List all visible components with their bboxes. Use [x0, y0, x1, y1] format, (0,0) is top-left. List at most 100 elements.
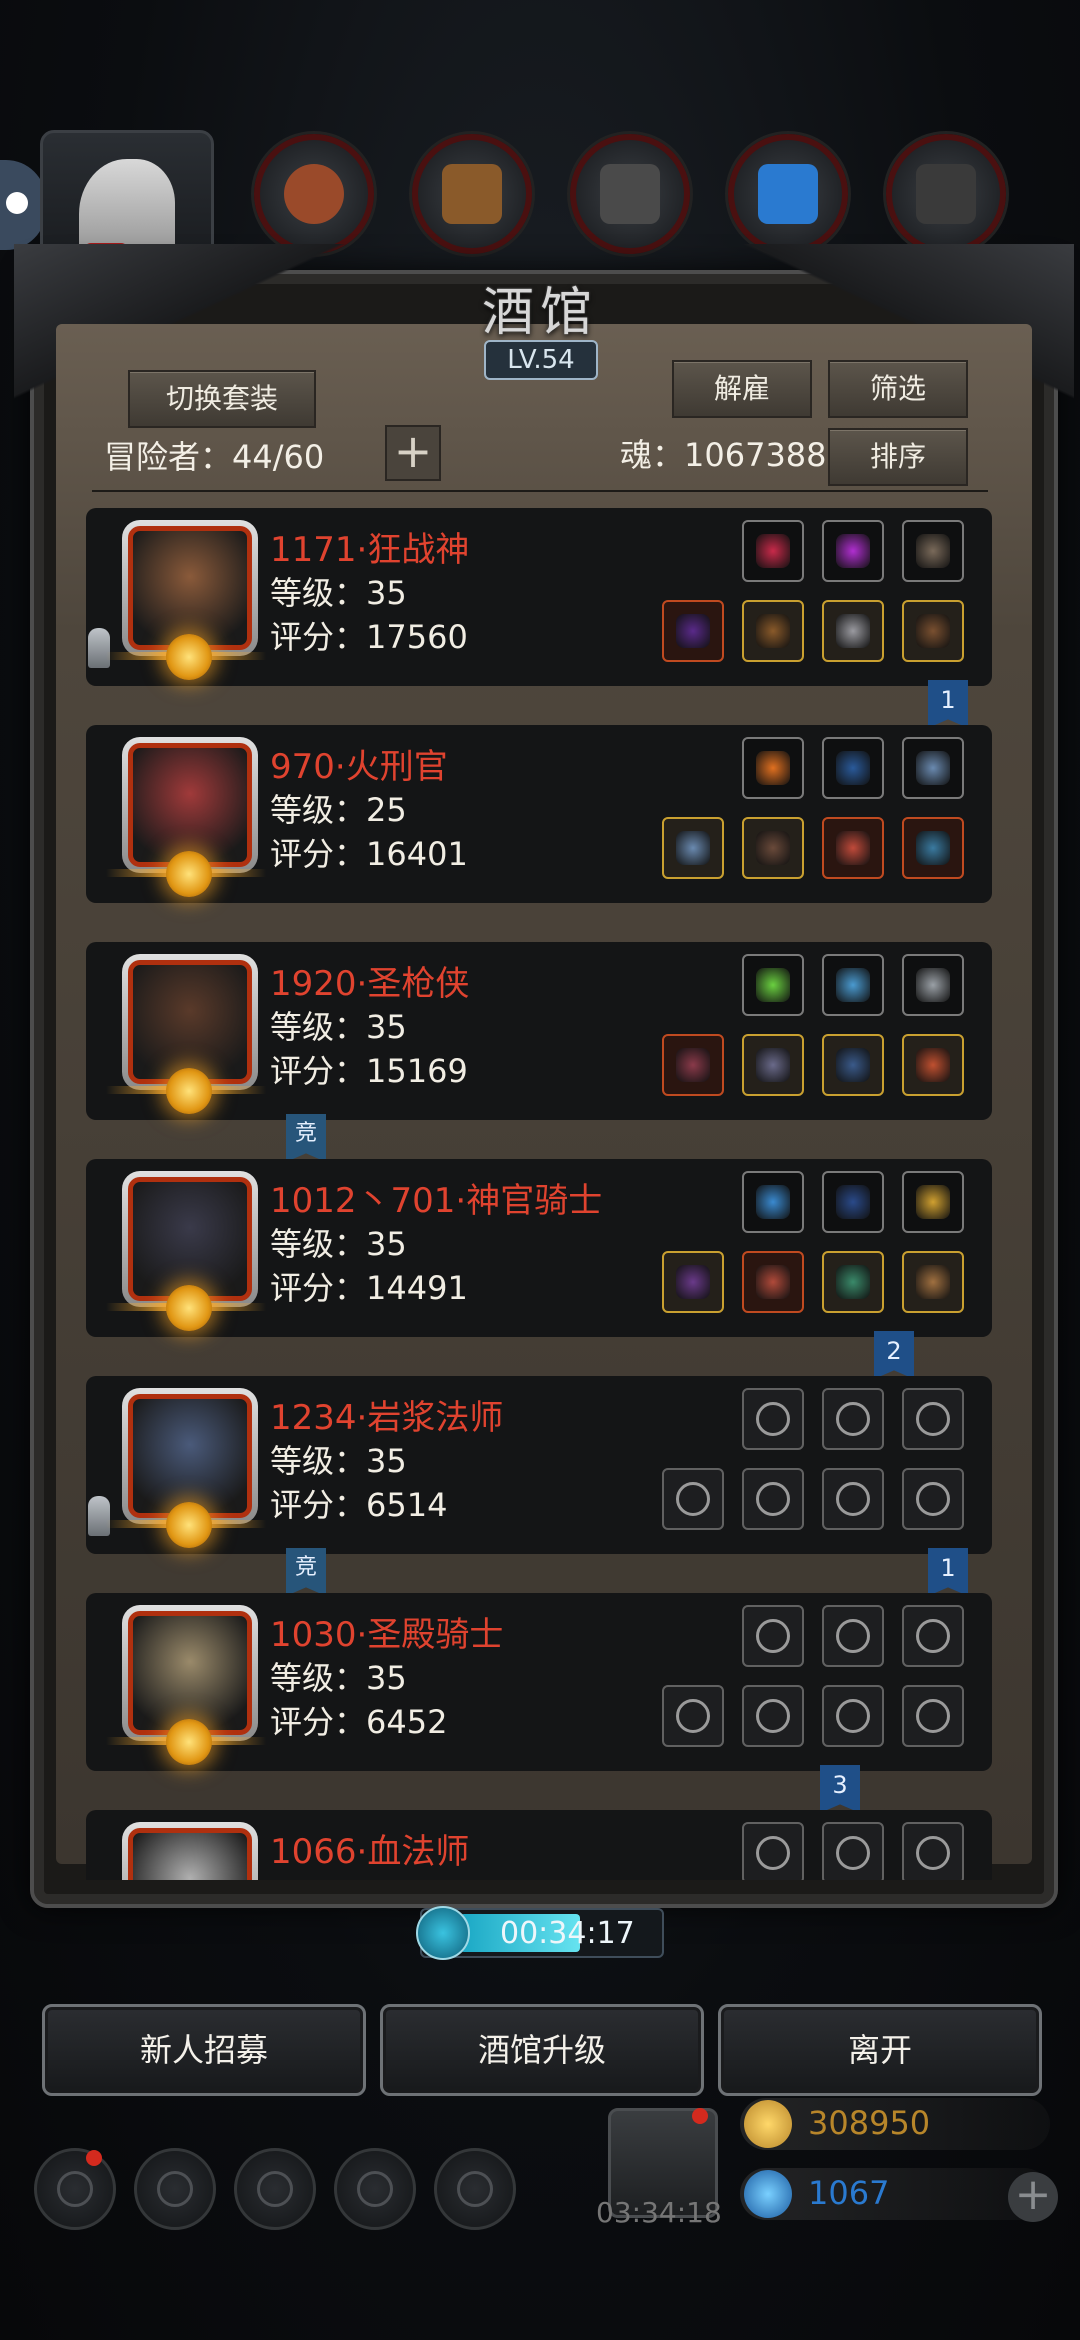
equipment-slot[interactable]	[822, 600, 884, 662]
settings-icon[interactable]	[34, 2148, 116, 2230]
equipment-slot[interactable]	[902, 1388, 964, 1450]
equipment-slot[interactable]	[822, 954, 884, 1016]
leave-button[interactable]: 离开	[718, 2004, 1042, 2096]
equipment-slot[interactable]	[902, 520, 964, 582]
switch-set-button[interactable]: 切换套装	[128, 370, 316, 428]
resource-wood-icon[interactable]	[412, 134, 532, 254]
equipment-slot[interactable]	[742, 1605, 804, 1667]
equipment-slot[interactable]	[902, 1171, 964, 1233]
hero-card[interactable]: 1171·狂战神 等级：35 评分：17560	[86, 508, 992, 686]
equipment-slot[interactable]	[822, 1034, 884, 1096]
resource-meat-icon[interactable]	[254, 134, 374, 254]
hero-card[interactable]: 1920·圣枪侠 等级：35 评分：15169	[86, 942, 992, 1120]
equipment-slot[interactable]	[742, 1251, 804, 1313]
equipment-slot[interactable]	[742, 520, 804, 582]
resource-stone-icon[interactable]	[570, 134, 690, 254]
hero-score: 评分：17560	[270, 618, 468, 656]
equipment-slot[interactable]	[822, 1171, 884, 1233]
settings-notification-dot	[86, 2150, 102, 2166]
hero-score: 评分：6514	[270, 1486, 448, 1524]
equipment-icon	[836, 1619, 870, 1653]
tavern-level-badge: LV.54	[484, 340, 598, 380]
equipment-slot[interactable]	[742, 1388, 804, 1450]
ranking-icon[interactable]	[234, 2148, 316, 2230]
equipment-slot[interactable]	[662, 1034, 724, 1096]
add-slot-button[interactable]: +	[385, 425, 441, 481]
equipment-icon	[836, 1699, 870, 1733]
filter-button[interactable]: 筛选	[828, 360, 968, 418]
equipment-slot[interactable]	[902, 1822, 964, 1880]
equipment-slot[interactable]	[902, 817, 964, 879]
equipment-slot[interactable]	[822, 1251, 884, 1313]
equipment-slot[interactable]	[662, 1468, 724, 1530]
equipment-slot[interactable]	[662, 1251, 724, 1313]
equipment-slot[interactable]	[742, 817, 804, 879]
hero-level: 等级：35	[270, 1008, 407, 1046]
sort-button[interactable]: 排序	[828, 428, 968, 486]
hero-card[interactable]: 970·火刑官 等级：25 评分：16401	[86, 725, 992, 903]
equipment-slot[interactable]	[902, 1468, 964, 1530]
hero-level: 等级：35	[270, 1442, 407, 1480]
equipment-slot[interactable]	[742, 600, 804, 662]
equipment-slot[interactable]	[742, 954, 804, 1016]
equipment-slot[interactable]	[742, 1685, 804, 1747]
equipment-slot[interactable]	[822, 1685, 884, 1747]
hero-name: 1234·岩浆法师	[270, 1398, 504, 1438]
hero-card[interactable]: 1066·血法师	[86, 1810, 992, 1880]
equipment-slot[interactable]	[902, 737, 964, 799]
equipment-icon	[916, 968, 950, 1002]
equipment-slot[interactable]	[662, 600, 724, 662]
hero-card[interactable]: 1234·岩浆法师 等级：35 评分：6514	[86, 1376, 992, 1554]
gold-currency: 308950	[740, 2098, 1050, 2150]
equipment-slot[interactable]	[742, 1171, 804, 1233]
equipment-slot[interactable]	[662, 817, 724, 879]
equipment-icon	[916, 1185, 950, 1219]
equipment-icon	[676, 614, 710, 648]
equipment-icon	[916, 1402, 950, 1436]
hero-level: 等级：35	[270, 1659, 407, 1697]
equipment-slot[interactable]	[662, 1685, 724, 1747]
equipment-slot[interactable]	[902, 1605, 964, 1667]
equipment-slot[interactable]	[822, 817, 884, 879]
achievement-icon[interactable]	[134, 2148, 216, 2230]
resource-iron-icon[interactable]	[886, 134, 1006, 254]
equipment-icon	[836, 1836, 870, 1870]
mail-icon[interactable]	[334, 2148, 416, 2230]
equipment-slot[interactable]	[822, 737, 884, 799]
equipment-slot[interactable]	[742, 1034, 804, 1096]
equipment-slot[interactable]	[902, 1251, 964, 1313]
equipment-icon	[756, 751, 790, 785]
hero-list[interactable]: 1171·狂战神 等级：35 评分：17560 1 970·火刑官 等级：25 …	[86, 508, 996, 1880]
hero-level: 等级：35	[270, 1225, 407, 1263]
equipment-slot[interactable]	[742, 737, 804, 799]
equipment-icon	[916, 1619, 950, 1653]
equipment-slot[interactable]	[822, 520, 884, 582]
hero-portrait	[128, 743, 252, 867]
refresh-timer: 00:34:17	[416, 1906, 664, 1960]
resource-crystal-icon[interactable]	[728, 134, 848, 254]
equipment-slot[interactable]	[822, 1388, 884, 1450]
guild-icon[interactable]	[434, 2148, 516, 2230]
hero-card[interactable]: 1030·圣殿骑士 等级：35 评分：6452	[86, 1593, 992, 1771]
equipment-slot[interactable]	[822, 1605, 884, 1667]
equipment-slot[interactable]	[902, 1685, 964, 1747]
hero-level: 等级：25	[270, 791, 407, 829]
equipment-icon	[756, 1265, 790, 1299]
dismiss-button[interactable]: 解雇	[672, 360, 812, 418]
equipment-icon	[676, 1699, 710, 1733]
equipment-slot[interactable]	[822, 1822, 884, 1880]
hero-tag-badge: 3	[820, 1765, 860, 1813]
recruit-button[interactable]: 新人招募	[42, 2004, 366, 2096]
equipment-slot[interactable]	[742, 1468, 804, 1530]
equipment-slot[interactable]	[742, 1822, 804, 1880]
equipment-slot[interactable]	[902, 954, 964, 1016]
hero-card[interactable]: 1012丶701·神官骑士 等级：35 评分：14491	[86, 1159, 992, 1337]
equipment-icon	[916, 534, 950, 568]
add-gems-button[interactable]: +	[1008, 2172, 1058, 2222]
equipment-icon	[916, 1836, 950, 1870]
equipment-slot[interactable]	[822, 1468, 884, 1530]
upgrade-tavern-button[interactable]: 酒馆升级	[380, 2004, 704, 2096]
equipment-slot[interactable]	[902, 600, 964, 662]
hero-avatar[interactable]	[122, 1822, 258, 1880]
equipment-slot[interactable]	[902, 1034, 964, 1096]
